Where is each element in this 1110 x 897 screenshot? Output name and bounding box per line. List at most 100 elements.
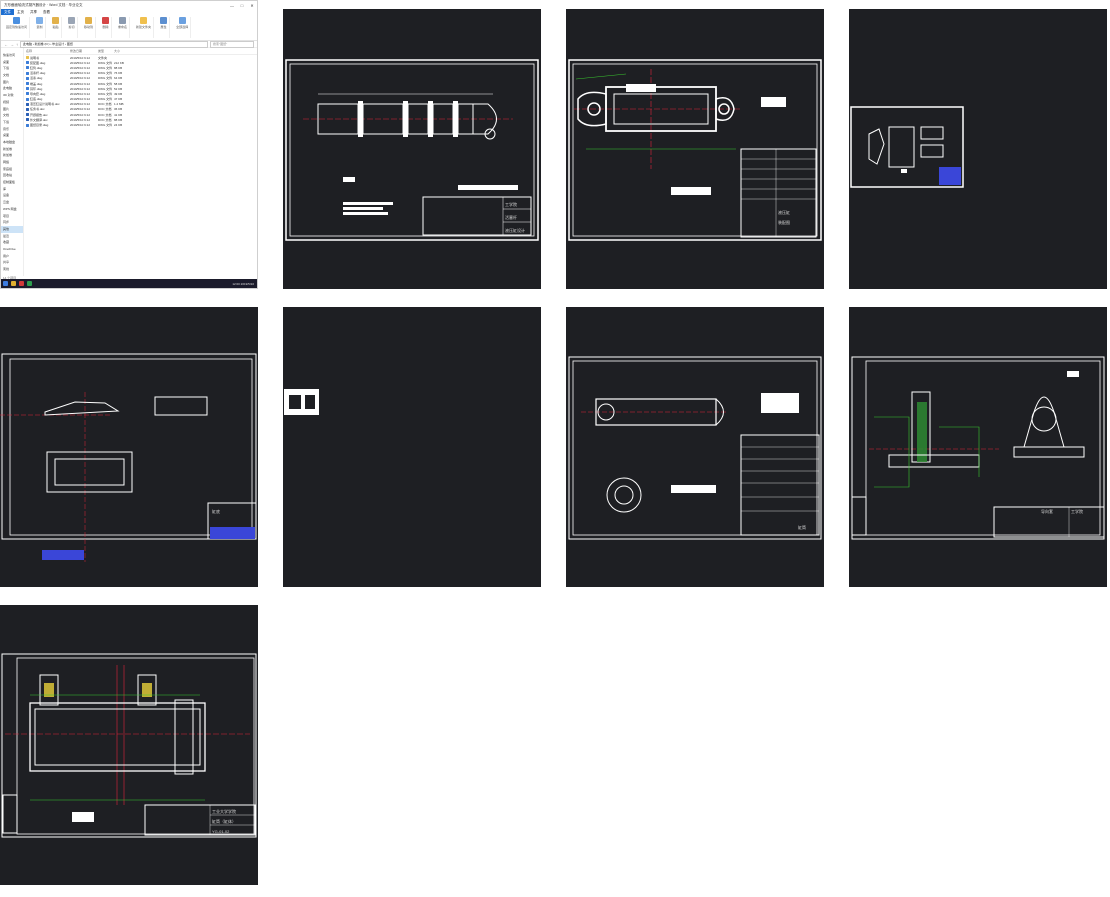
rename-button[interactable]: 重命名 — [116, 17, 131, 38]
nav-item[interactable]: 下载 — [1, 65, 23, 72]
search-input[interactable]: 搜索"图纸" — [210, 40, 254, 48]
taskbar-clock: 12:00 2019/5/10 — [232, 281, 254, 286]
nav-item[interactable]: 家庭组 — [1, 166, 23, 173]
nav-item[interactable]: 快速访问 — [1, 52, 23, 59]
column-name[interactable]: 名称 — [26, 49, 70, 53]
file-name: 耳环.dwg — [30, 86, 43, 91]
cad-sheet: 工学院 活塞杆 液压缸设计 — [285, 59, 539, 241]
app-taskbar-icon[interactable] — [19, 281, 24, 286]
nav-item[interactable]: 文档 — [1, 112, 23, 119]
nav-item[interactable]: 视频 — [1, 99, 23, 106]
nav-item[interactable]: 设备 — [1, 192, 23, 199]
app-taskbar-icon-2[interactable] — [27, 281, 32, 286]
nav-item[interactable]: 图片 — [1, 106, 23, 113]
pin-button[interactable]: 固定到快速访问 — [4, 17, 31, 38]
file-row[interactable]: 图纸目录.dwg 2019/5/10 9:12 DWG 文件 24 KB — [26, 122, 257, 127]
file-type: DWG 文件 — [98, 81, 113, 86]
column-size[interactable]: 大小 — [114, 49, 128, 53]
file-icon — [26, 61, 29, 65]
nav-item[interactable]: OneDrive — [1, 246, 23, 253]
cad-drawing-cylinder-barrel[interactable]: 缸筒 — [566, 307, 824, 587]
file-icon — [26, 71, 29, 75]
new-folder-button[interactable]: 新建文件夹 — [134, 17, 155, 38]
title-block-text: 缸筒 — [798, 524, 806, 530]
tab-file[interactable]: 文件 — [1, 9, 14, 15]
nav-item[interactable]: 云盘 — [1, 199, 23, 206]
nav-item[interactable]: 图片 — [1, 79, 23, 86]
file-name: 缸底.dwg — [30, 97, 43, 102]
nav-item[interactable]: 其他 — [1, 225, 23, 233]
nav-item[interactable]: 收藏 — [1, 239, 23, 246]
nav-item[interactable]: 此电脑 — [1, 85, 23, 92]
file-name: 外文翻译.doc — [30, 117, 48, 122]
delete-button[interactable]: 删除 — [100, 17, 113, 38]
nav-item[interactable]: 离线 — [1, 266, 23, 273]
nav-item[interactable]: 网络 — [1, 159, 23, 166]
nav-item[interactable]: 用户 — [1, 253, 23, 260]
cut-icon — [68, 17, 76, 24]
taskbar: 12:00 2019/5/10 — [1, 279, 257, 288]
file-icon — [26, 87, 29, 91]
paste-button[interactable]: 粘贴 — [50, 17, 63, 38]
nav-item[interactable]: 回收站 — [1, 172, 23, 179]
up-arrow-icon[interactable]: ↑ — [16, 42, 18, 47]
file-name: 装配图.dwg — [30, 60, 46, 65]
nav-item[interactable]: 项目 — [1, 213, 23, 220]
cad-drawing-small[interactable] — [283, 307, 541, 587]
cad-drawing-piston-rod[interactable]: 工学院 活塞杆 液压缸设计 — [283, 9, 541, 289]
close-button[interactable]: ✕ — [247, 3, 257, 8]
address-bar[interactable]: 此电脑 › 新加卷 (D:) › 毕业设计 › 图纸 — [20, 40, 208, 48]
tab-view[interactable]: 查看 — [40, 10, 53, 15]
cad-drawing-guide-sleeve[interactable]: 导向套 工学院 — [849, 307, 1107, 587]
cad-sheet: 缸底 — [0, 353, 257, 562]
nav-item[interactable]: 共享 — [1, 259, 23, 266]
nav-item[interactable]: 下载 — [1, 119, 23, 126]
file-name: 说明书 — [30, 55, 40, 60]
file-size: 88 KB — [114, 65, 123, 70]
file-date: 2019/5/10 9:12 — [70, 112, 91, 117]
start-icon[interactable] — [3, 281, 8, 286]
select-all-button[interactable]: 全部选择 — [174, 17, 192, 38]
cut-button[interactable]: 剪切 — [66, 17, 79, 38]
move-to-button[interactable]: 移动到 — [82, 17, 97, 38]
copy-button[interactable]: 复制 — [34, 17, 47, 38]
column-type[interactable]: 类型 — [98, 49, 114, 53]
nav-item[interactable]: 桌面 — [1, 132, 23, 139]
nav-item[interactable]: 新加卷 — [1, 152, 23, 159]
back-arrow-icon[interactable]: ← — [4, 42, 8, 47]
nav-item[interactable]: 库 — [1, 186, 23, 193]
nav-item[interactable]: 桌面 — [1, 59, 23, 66]
file-type: DWG 文件 — [98, 86, 113, 91]
nav-item[interactable]: 新加卷 — [1, 146, 23, 153]
nav-item[interactable]: 音乐 — [1, 126, 23, 133]
explorer-taskbar-icon[interactable] — [11, 281, 16, 286]
file-size: 64 KB — [114, 76, 123, 81]
forward-arrow-icon[interactable]: → — [10, 42, 14, 47]
cad-drawing-cylinder-bottom[interactable]: 缸底 — [0, 307, 258, 587]
file-size: 1.2 MB — [114, 102, 124, 107]
nav-item[interactable]: 同步 — [1, 219, 23, 226]
column-date[interactable]: 修改日期 — [70, 49, 98, 53]
file-name: 缸筒.dwg — [30, 65, 43, 70]
cad-drawing-assembly[interactable]: 液压缸 装配图 — [566, 9, 824, 289]
nav-item[interactable]: WPS 网盘 — [1, 206, 23, 213]
tab-share[interactable]: 共享 — [27, 10, 40, 15]
title-block-text: 导向套 — [1041, 508, 1053, 514]
cad-sheet: 工业大学学院 缸筒（缸体） YG-01-02 — [1, 653, 257, 838]
nav-item[interactable]: 控制面板 — [1, 179, 23, 186]
nav-item[interactable]: 文档 — [1, 72, 23, 79]
cad-drawing-cylinder-body[interactable]: 工业大学学院 缸筒（缸体） YG-01-02 — [0, 605, 258, 885]
file-size: 52 KB — [114, 86, 123, 91]
tab-home[interactable]: 主页 — [14, 10, 27, 15]
title-block-text: 液压缸 — [778, 209, 790, 215]
nav-item[interactable]: 3D 对象 — [1, 92, 23, 99]
nav-item[interactable]: 本地磁盘 — [1, 139, 23, 146]
properties-button[interactable]: 属性 — [158, 17, 171, 38]
file-size: 76 KB — [114, 71, 123, 76]
file-size: 212 KB — [114, 60, 124, 65]
minimize-button[interactable]: — — [227, 3, 237, 8]
file-size: 41 KB — [114, 112, 123, 117]
nav-item[interactable]: 最近 — [1, 233, 23, 240]
maximize-button[interactable]: □ — [237, 3, 247, 8]
cad-drawing-overview[interactable] — [849, 9, 1107, 289]
